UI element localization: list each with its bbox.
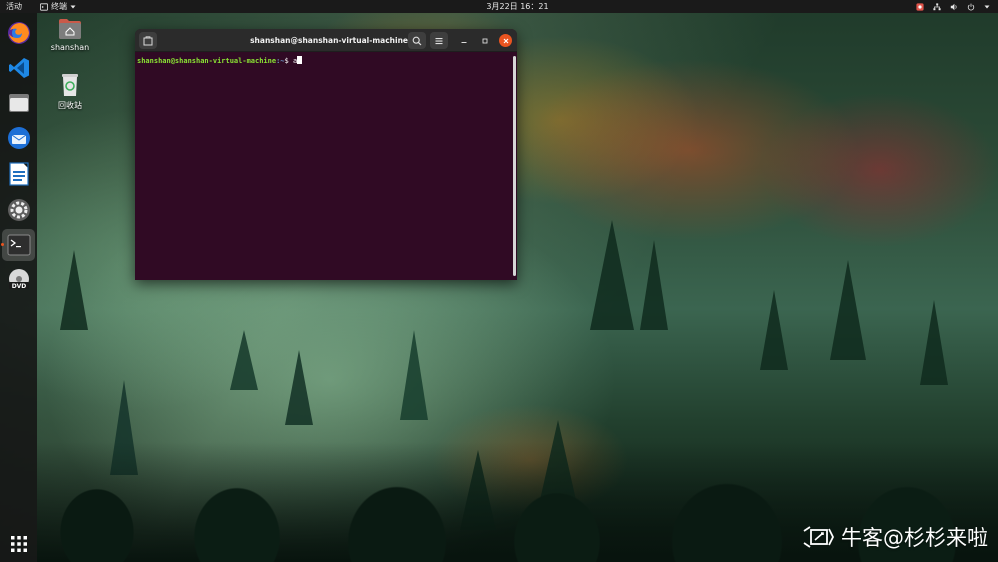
tree-silhouette — [640, 240, 668, 330]
activities-button[interactable]: 活动 — [6, 0, 22, 13]
new-tab-icon — [143, 35, 153, 45]
top-bar: 活动 终端 3月22日 16：21 — [0, 0, 998, 13]
prompt-symbol: $ — [284, 57, 293, 65]
tree-silhouette — [60, 250, 88, 330]
desktop-icon-label: 回收站 — [58, 101, 82, 110]
network-icon[interactable] — [933, 2, 941, 11]
terminal-small-icon — [40, 2, 48, 11]
dock: DVD — [0, 13, 37, 562]
indicator-app-icon[interactable] — [916, 2, 924, 11]
tree-silhouette — [760, 290, 788, 370]
dock-item-firefox[interactable] — [5, 19, 32, 46]
watermark-text: 牛客@杉杉来啦 — [841, 526, 988, 550]
writer-icon — [8, 161, 29, 186]
dock-item-terminal[interactable] — [2, 229, 35, 261]
tree-silhouette — [230, 330, 258, 390]
chevron-down-icon — [984, 5, 990, 8]
dvd-icon: DVD — [8, 268, 29, 290]
nowcoder-logo-icon — [803, 526, 835, 548]
tree-silhouette — [590, 220, 634, 330]
prompt-path: :~ — [276, 57, 285, 65]
system-tray[interactable] — [916, 0, 990, 13]
thunderbird-icon — [7, 126, 30, 149]
power-icon[interactable] — [967, 3, 975, 11]
new-tab-button[interactable] — [139, 32, 157, 49]
tree-silhouette — [920, 300, 948, 385]
tree-silhouette — [285, 350, 313, 425]
dock-item-thunderbird[interactable] — [5, 124, 32, 151]
clock[interactable]: 3月22日 16：21 — [470, 0, 565, 13]
terminal-titlebar[interactable]: shanshan@shanshan-virtual-machine: ~ — [135, 29, 517, 52]
maximize-icon — [482, 38, 487, 43]
watermark: 牛客@杉杉来啦 — [801, 522, 988, 552]
show-applications-button[interactable] — [5, 530, 32, 557]
settings-icon — [7, 198, 30, 221]
prompt-user-host: shanshan@shanshan-virtual-machine — [137, 57, 277, 65]
minimize-button[interactable] — [457, 34, 470, 47]
trash-icon — [62, 74, 78, 96]
dock-item-writer[interactable] — [5, 160, 32, 187]
home-folder-icon — [59, 19, 81, 39]
dock-item-dvd[interactable]: DVD — [5, 266, 32, 293]
search-icon — [412, 36, 422, 45]
close-icon — [503, 38, 508, 43]
tree-silhouette — [830, 260, 866, 360]
hamburger-menu-icon — [435, 37, 443, 44]
desktop-icon-trash[interactable]: 回收站 — [38, 73, 102, 111]
maximize-button[interactable] — [478, 34, 491, 47]
running-indicator — [1, 243, 4, 246]
tree-silhouette — [400, 330, 428, 420]
text-cursor — [297, 56, 303, 64]
svg-text:DVD: DVD — [11, 283, 26, 290]
volume-icon[interactable] — [950, 3, 958, 11]
dock-item-settings[interactable] — [5, 196, 32, 223]
dock-item-vscode[interactable] — [5, 54, 32, 81]
dock-item-files[interactable] — [5, 89, 32, 116]
terminal-icon — [7, 234, 30, 256]
desktop-icon-label: shanshan — [50, 43, 90, 52]
close-button[interactable] — [499, 34, 512, 47]
desktop-icon-home[interactable]: shanshan — [38, 18, 102, 52]
terminal-scrollbar[interactable] — [513, 56, 516, 276]
app-menu[interactable]: 终端 — [40, 0, 76, 13]
terminal-window[interactable]: shanshan@shanshan-virtual-machine: ~ sha… — [135, 29, 517, 280]
app-grid-icon — [10, 535, 27, 552]
folder-icon — [8, 93, 29, 112]
minimize-icon — [461, 41, 466, 43]
chevron-down-icon — [70, 5, 76, 8]
firefox-icon — [7, 21, 30, 44]
app-menu-label: 终端 — [51, 2, 67, 11]
terminal-content[interactable]: shanshan@shanshan-virtual-machine:~$ a — [135, 52, 513, 280]
menu-button[interactable] — [430, 32, 448, 49]
search-button[interactable] — [408, 32, 426, 49]
vscode-icon — [8, 57, 29, 78]
